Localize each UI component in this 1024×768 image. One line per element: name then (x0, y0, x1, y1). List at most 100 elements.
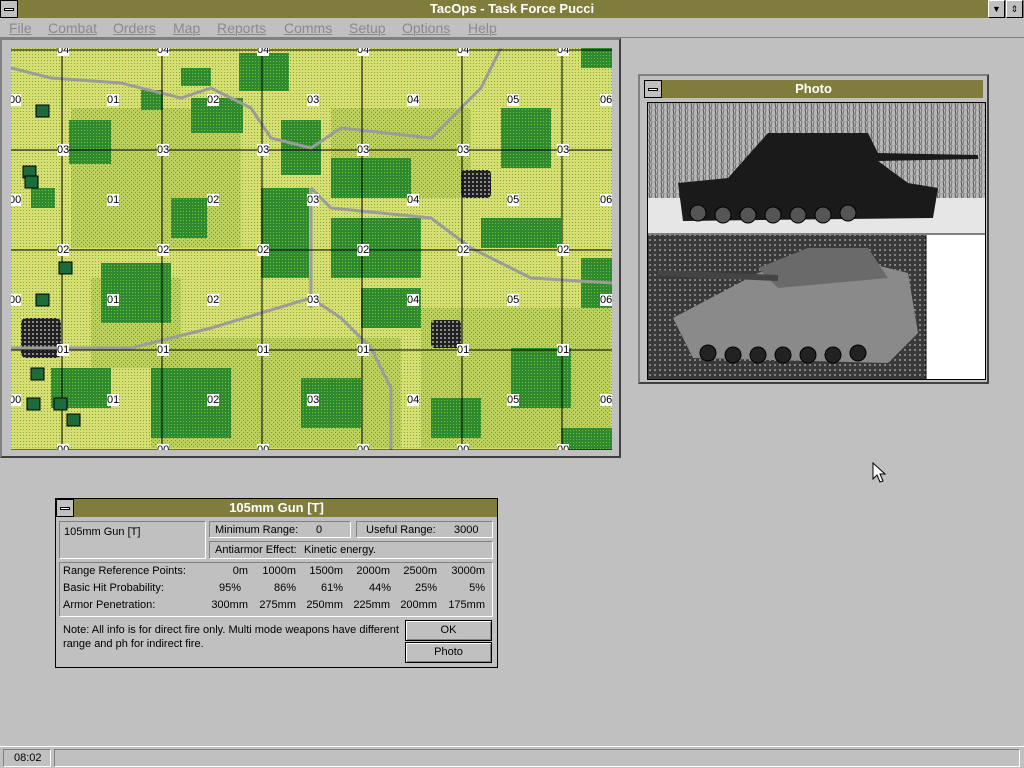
photo-window-title-bar[interactable]: Photo (644, 80, 983, 98)
mouse-cursor-icon (872, 462, 887, 483)
menu-map[interactable]: Map (173, 20, 200, 36)
grid-label: 02 (207, 294, 220, 306)
menu-orders[interactable]: Orders (113, 20, 156, 36)
minimize-arrow-icon[interactable]: ▼ (988, 0, 1005, 18)
table-cell: 275mm (259, 599, 296, 611)
photo-window: Photo (638, 74, 989, 384)
min-range-label: Minimum Range: (215, 524, 299, 536)
map-window: 04 04 04 04 04 04 00 00 00 00 00 00 00 0… (0, 38, 621, 458)
menu-setup[interactable]: Setup (349, 20, 386, 36)
photo-window-title: Photo (795, 81, 832, 96)
grid-label: 04 (57, 48, 70, 56)
tank-photo (647, 102, 986, 380)
grid-label: 04 (457, 48, 470, 56)
grid-label: 02 (257, 244, 270, 256)
grid-label: 02 (207, 394, 220, 406)
useful-range-value: 3000 (454, 524, 479, 536)
app-title: TacOps - Task Force Pucci (429, 1, 595, 16)
grid-label: 05 (507, 194, 520, 206)
grid-label: 03 (257, 144, 270, 156)
dialog-title-bar[interactable]: 105mm Gun [T] (56, 499, 497, 517)
menu-file[interactable]: File (9, 20, 32, 36)
grid-label: 01 (107, 94, 120, 106)
grid-label: 03 (457, 144, 470, 156)
table-cell: 225mm (353, 599, 390, 611)
grid-label: 01 (107, 294, 120, 306)
grid-label: 00 (457, 444, 470, 450)
grid-label: 06 (600, 194, 612, 206)
grid-label: 02 (207, 194, 220, 206)
grid-label: 01 (357, 344, 370, 356)
table-cell: 3000m (451, 565, 485, 577)
table-cell: 300mm (211, 599, 248, 611)
grid-label: 04 (257, 48, 270, 56)
note-text-line-2: range and ph for indirect fire. (63, 638, 204, 650)
grid-label: 01 (257, 344, 270, 356)
grid-label: 05 (507, 94, 520, 106)
grid-label: 04 (407, 294, 420, 306)
grid-label: 00 (557, 444, 570, 450)
weapon-name-box: 105mm Gun [T] (59, 521, 206, 559)
table-cell: 0m (232, 565, 248, 577)
table-cell: 1500m (309, 565, 343, 577)
grid-label: 05 (507, 294, 520, 306)
grid-label: 06 (600, 94, 612, 106)
status-bar: 08:02 (0, 746, 1024, 768)
dialog-title: 105mm Gun [T] (229, 500, 324, 515)
grid-label: 00 (11, 194, 22, 206)
menu-comms[interactable]: Comms (284, 20, 332, 36)
table-cell: 44% (368, 582, 391, 594)
tactical-map[interactable]: 04 04 04 04 04 04 00 00 00 00 00 00 00 0… (11, 48, 612, 450)
menu-help[interactable]: Help (468, 20, 497, 36)
table-cell: 95% (218, 582, 241, 594)
grid-label: 05 (507, 394, 520, 406)
row-label: Armor Penetration: (63, 599, 156, 611)
table-cell: 5% (469, 582, 485, 594)
grid-label: 00 (11, 394, 22, 406)
grid-label: 04 (407, 194, 420, 206)
grid-label: 03 (557, 144, 570, 156)
min-range-value: 0 (316, 524, 323, 536)
game-clock: 08:02 (3, 749, 51, 767)
antiarmor-box: Antiarmor Effect: Kinetic energy. (209, 541, 493, 559)
weapon-stats-table: Range Reference Points: 0m 1000m 1500m 2… (59, 562, 493, 617)
grid-label: 01 (57, 344, 70, 356)
grid-label: 03 (307, 394, 320, 406)
map-grid-labels: 04 04 04 04 04 04 00 00 00 00 00 00 00 0… (11, 48, 612, 450)
row-label: Basic Hit Probability: (63, 582, 164, 594)
grid-label: 03 (57, 144, 70, 156)
grid-label: 00 (11, 94, 22, 106)
photo-button[interactable]: Photo (405, 642, 492, 663)
grid-label: 00 (157, 444, 170, 450)
status-message-area (54, 749, 1020, 767)
grid-label: 04 (407, 94, 420, 106)
useful-range-label: Useful Range: (366, 524, 436, 536)
grid-label: 01 (557, 344, 570, 356)
window-menu-icon[interactable] (644, 80, 662, 98)
grid-label: 04 (557, 48, 570, 56)
table-cell: 250mm (306, 599, 343, 611)
grid-label: 02 (57, 244, 70, 256)
table-cell: 200mm (400, 599, 437, 611)
window-menu-icon[interactable] (56, 499, 74, 517)
grid-label: 03 (357, 144, 370, 156)
grid-label: 04 (157, 48, 170, 56)
grid-label: 02 (207, 94, 220, 106)
table-cell: 2500m (403, 565, 437, 577)
table-cell: 1000m (262, 565, 296, 577)
restore-arrows-icon[interactable]: ⇕ (1006, 0, 1023, 18)
menu-combat[interactable]: Combat (48, 20, 97, 36)
menu-options[interactable]: Options (402, 20, 450, 36)
grid-label: 02 (157, 244, 170, 256)
grid-label: 00 (57, 444, 70, 450)
table-cell: 25% (414, 582, 437, 594)
ok-button[interactable]: OK (405, 620, 492, 641)
grid-label: 03 (307, 294, 320, 306)
table-cell: 86% (273, 582, 296, 594)
row-label: Range Reference Points: (63, 565, 186, 577)
menu-reports[interactable]: Reports (217, 20, 266, 36)
grid-label: 01 (157, 344, 170, 356)
table-cell: 61% (320, 582, 343, 594)
grid-label: 03 (307, 94, 320, 106)
weapon-name: 105mm Gun [T] (64, 526, 141, 538)
